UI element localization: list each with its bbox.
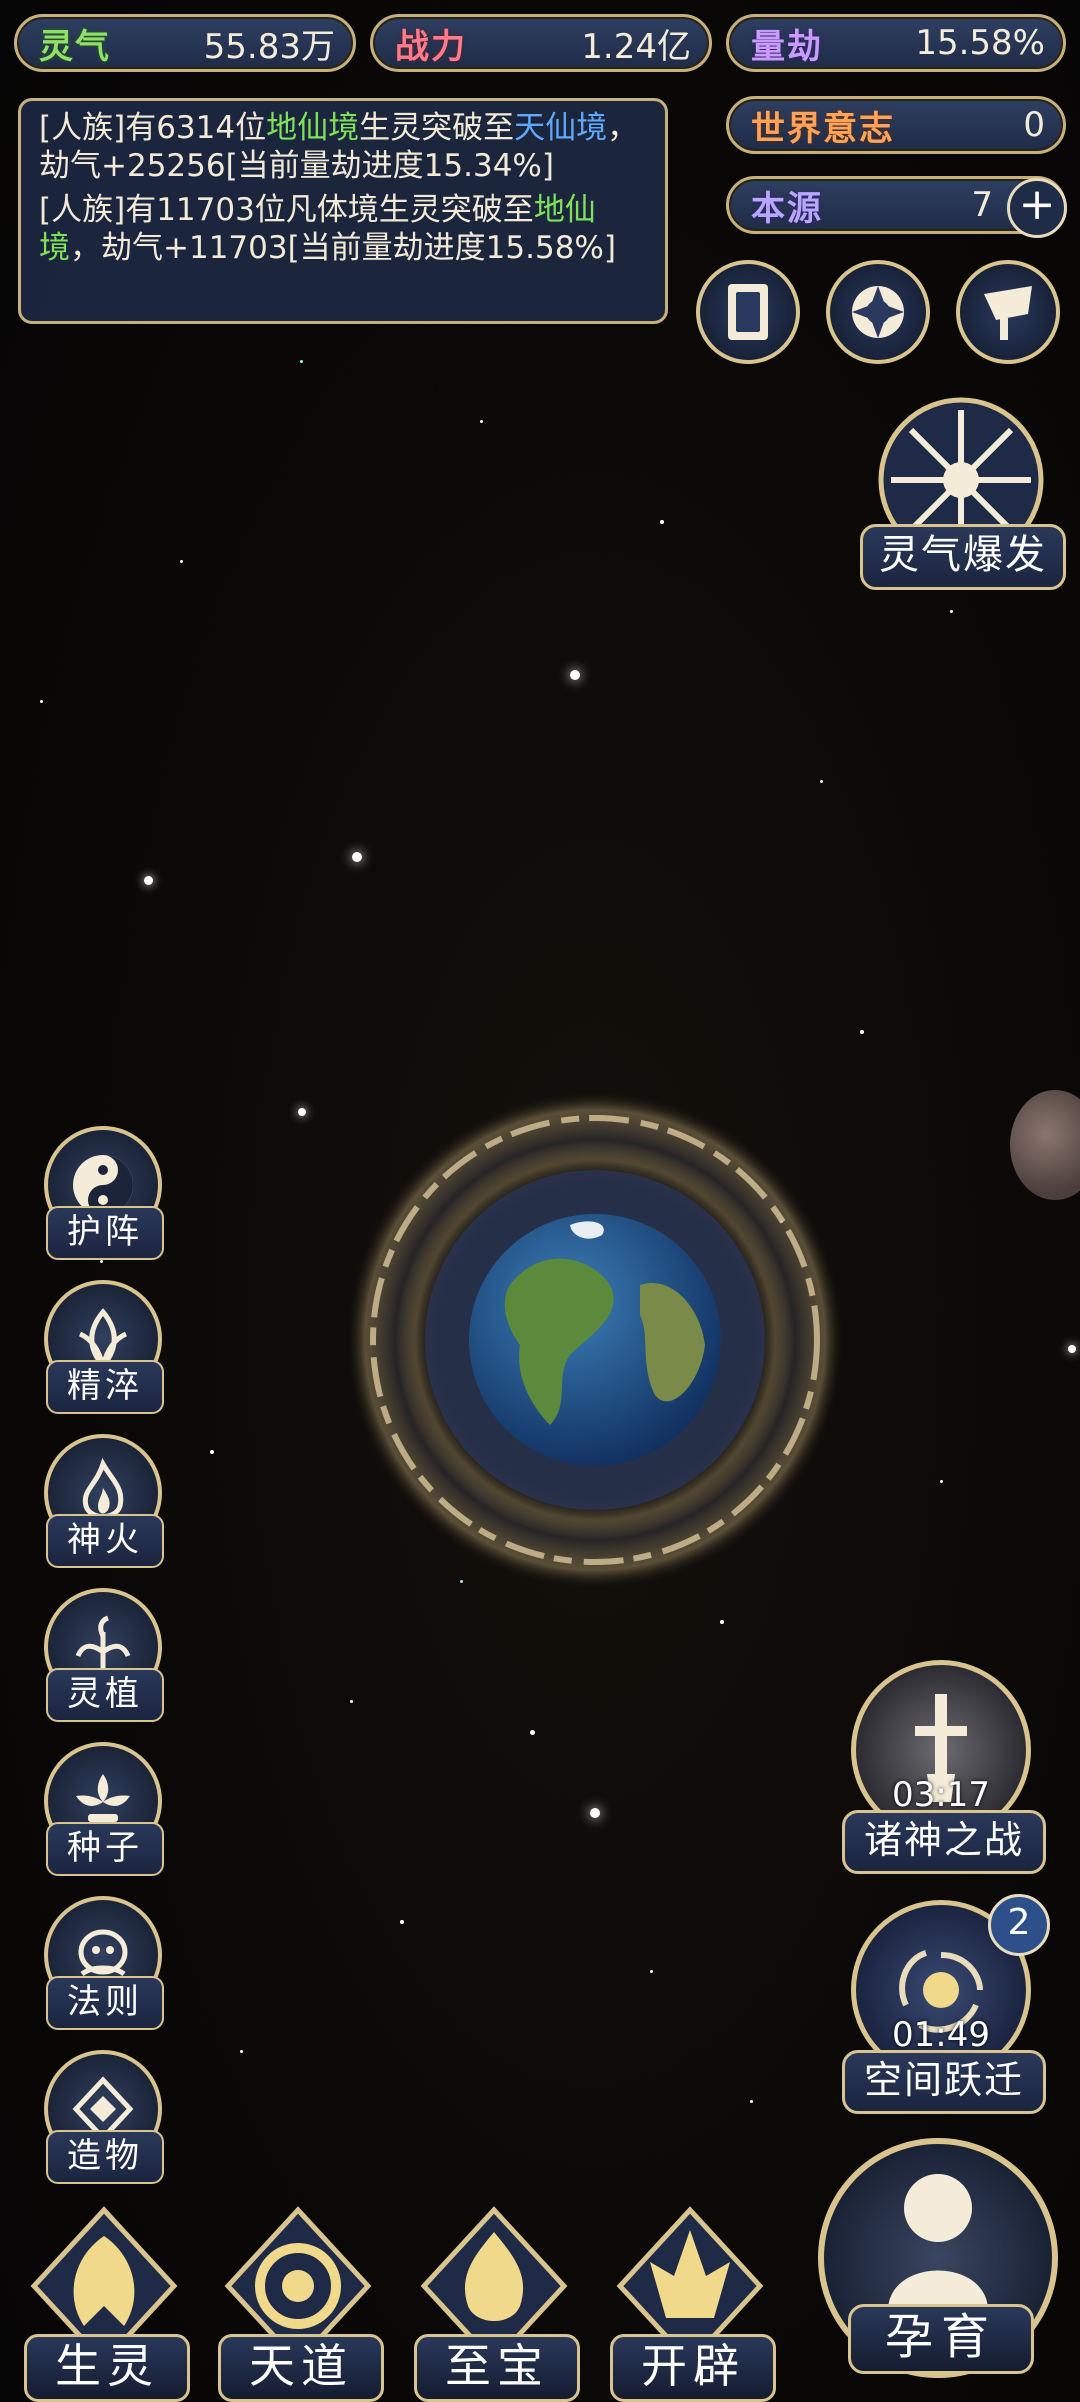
side-item-divine-fire[interactable]: 神火 — [38, 1434, 170, 1574]
zhanli-label: 战力 — [395, 26, 467, 67]
side-label-law: 法则 — [46, 1976, 164, 2030]
zhanli-value: 1.24亿 — [581, 26, 691, 67]
lianjie-label: 量劫 — [751, 26, 823, 67]
side-item-refine[interactable]: 精淬 — [38, 1280, 170, 1420]
side-item-protect-array[interactable]: 护阵 — [38, 1126, 170, 1266]
zhanli-bar[interactable]: 战力 1.24亿 — [370, 14, 712, 72]
breed-label: 孕育 — [848, 2304, 1034, 2374]
lianjie-bar[interactable]: 量劫 15.58% — [726, 14, 1066, 72]
nav-label-heaven-dao: 天道 — [218, 2334, 384, 2402]
event-log: [人族]有6314位地仙境生灵突破至天仙境，劫气+25256[当前量劫进度15.… — [18, 98, 668, 324]
side-label-refine: 精淬 — [46, 1360, 164, 1414]
lingqi-label: 灵气 — [39, 26, 111, 67]
side-item-law[interactable]: 法则 — [38, 1896, 170, 2036]
side-label-creation: 造物 — [46, 2130, 164, 2184]
gods-war-timer: 03:17 — [892, 1775, 990, 1815]
figure-icon — [888, 2174, 988, 2308]
lianjie-value: 15.58% — [915, 23, 1045, 63]
flag-icon — [984, 286, 1032, 340]
side-label-divine-fire: 神火 — [46, 1514, 164, 1568]
side-item-seed[interactable]: 种子 — [38, 1742, 170, 1882]
gods-war-event[interactable]: 03:17 诸神之战 — [842, 1660, 1046, 1874]
log-line-2: [人族]有11703位凡体境生灵突破至地仙境，劫气+11703[当前量劫进度15… — [39, 192, 616, 266]
origin-label: 本源 — [751, 188, 823, 229]
nav-heaven-dao[interactable]: 天道 — [208, 2206, 388, 2402]
flag-button[interactable] — [956, 260, 1060, 364]
nav-label-treasure: 至宝 — [414, 2334, 580, 2402]
side-label-seed: 种子 — [46, 1822, 164, 1876]
side-item-creation[interactable]: 造物 — [38, 2050, 170, 2190]
side-item-spirit-plant[interactable]: 灵植 — [38, 1588, 170, 1728]
space-jump-event[interactable]: 01:49 空间跃迁 2 — [842, 1894, 1050, 2114]
card-icon — [728, 284, 768, 340]
world-will-label: 世界意志 — [751, 108, 895, 149]
nav-genesis[interactable]: 开辟 — [600, 2206, 780, 2402]
world-will-value: 0 — [1023, 105, 1045, 145]
nav-label-genesis: 开辟 — [610, 2334, 776, 2402]
card-button[interactable] — [696, 260, 800, 364]
origin-value: 7 — [971, 185, 993, 225]
nav-living-beings[interactable]: 生灵 — [14, 2206, 194, 2402]
planet-world[interactable] — [340, 1085, 850, 1595]
lingqi-burst-button[interactable]: 灵气爆发 — [856, 390, 1066, 600]
space-jump-badge: 2 — [988, 1894, 1050, 1956]
lingqi-value: 55.83万 — [203, 26, 335, 67]
lingqi-burst-label: 灵气爆发 — [860, 524, 1066, 590]
vortex-button[interactable] — [826, 260, 930, 364]
lingqi-bar[interactable]: 灵气 55.83万 — [14, 14, 356, 72]
space-jump-label: 空间跃迁 — [842, 2050, 1046, 2114]
side-label-spirit-plant: 灵植 — [46, 1668, 164, 1722]
space-jump-timer: 01:49 — [892, 2015, 990, 2055]
world-will-bar[interactable]: 世界意志 0 — [726, 96, 1066, 154]
nav-treasure[interactable]: 至宝 — [404, 2206, 584, 2402]
origin-bar[interactable]: 本源 7 + — [726, 176, 1067, 238]
vortex-icon — [852, 286, 904, 338]
log-line-1: [人族]有6314位地仙境生灵突破至天仙境，劫气+25256[当前量劫进度15.… — [39, 110, 639, 184]
side-label-protect-array: 护阵 — [46, 1206, 164, 1260]
origin-plus-button[interactable]: + — [1007, 178, 1067, 238]
nav-label-living-beings: 生灵 — [24, 2334, 190, 2402]
gods-war-label: 诸神之战 — [842, 1810, 1046, 1874]
breed-button[interactable]: 孕育 — [808, 2128, 1068, 2398]
